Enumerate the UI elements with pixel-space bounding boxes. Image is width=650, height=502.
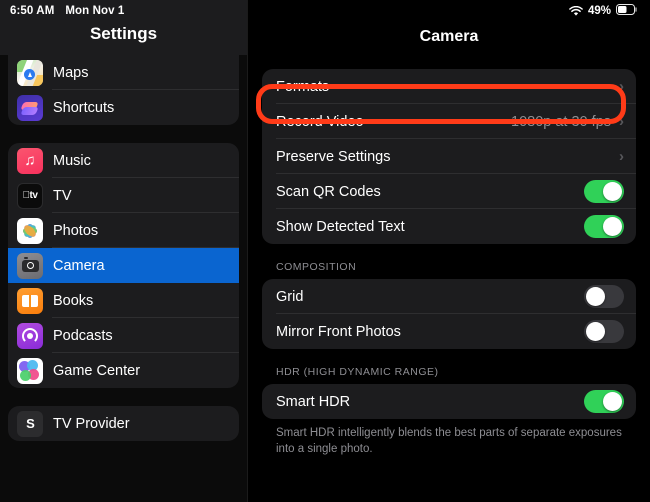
sidebar-item-music[interactable]: Music [8,143,239,178]
row-show-detected-text[interactable]: Show Detected Text [262,209,636,244]
sidebar-item-camera[interactable]: Camera [8,248,239,283]
chevron-right-icon: › [619,113,624,130]
sidebar-item-label: Maps [53,64,89,81]
smart-hdr-toggle[interactable] [584,390,624,413]
maps-app-icon [17,59,43,86]
sidebar-item-label: TV Provider [53,415,130,432]
battery-percent-label: 49% [587,5,611,17]
sidebar-item-tv[interactable]: TV [8,178,239,213]
row-scan-qr-codes[interactable]: Scan QR Codes [262,174,636,209]
sidebar-item-shortcuts[interactable]: Shortcuts [8,90,239,125]
camera-app-icon [17,252,43,279]
settings-sidebar: 6:50 AM Mon Nov 1 Settings Maps Shortcut… [0,0,248,502]
sidebar-item-game-center[interactable]: Game Center [8,353,239,388]
row-label: Preserve Settings [276,148,391,165]
chevron-right-icon: › [619,148,624,165]
row-label: Record Video [276,113,364,130]
row-grid[interactable]: Grid [262,279,636,314]
row-preserve-settings[interactable]: Preserve Settings › [262,139,636,174]
chevron-right-icon: › [619,78,624,95]
row-record-video[interactable]: Record Video 1080p at 30 fps › [262,104,636,139]
sidebar-group-3: S TV Provider [8,406,239,441]
tv-app-icon [17,182,43,209]
sidebar-item-label: Music [53,152,91,169]
settings-group-hdr: Smart HDR [262,384,636,419]
row-formats[interactable]: Formats › [262,69,636,104]
row-label: Scan QR Codes [276,183,381,200]
camera-settings-pane: 49% Camera Formats › Record Video 1080p … [248,0,650,502]
sidebar-scroll-area[interactable]: Maps Shortcuts Music [0,55,247,502]
ipad-settings-screen: 6:50 AM Mon Nov 1 Settings Maps Shortcut… [0,0,650,502]
settings-group-general: Formats › Record Video 1080p at 30 fps ›… [262,69,636,244]
sidebar-item-label: Books [53,292,94,309]
music-app-icon [17,147,43,174]
status-bar-time: 6:50 AM [10,5,55,17]
settings-group-composition: Grid Mirror Front Photos [262,279,636,349]
row-label: Show Detected Text [276,218,405,235]
row-label: Formats [276,78,330,95]
shortcuts-app-icon [17,94,43,121]
page-title: Camera [419,28,479,45]
podcasts-app-icon [17,322,43,349]
sidebar-item-label: Camera [53,257,105,274]
sidebar-item-books[interactable]: Books [8,283,239,318]
sidebar-header: 6:50 AM Mon Nov 1 Settings [0,0,247,55]
sidebar-group-2: Music TV [8,143,239,388]
scan-qr-codes-toggle[interactable] [584,180,624,203]
sidebar-item-maps[interactable]: Maps [8,55,239,90]
row-mirror-front-photos[interactable]: Mirror Front Photos [262,314,636,349]
section-header-hdr: HDR (HIGH DYNAMIC RANGE) [276,366,439,378]
row-value: 1080p at 30 fps [511,113,611,130]
sidebar-item-label: Game Center [53,362,141,379]
row-smart-hdr[interactable]: Smart HDR [262,384,636,419]
hdr-footer-text: Smart HDR intelligently blends the best … [276,427,622,455]
sidebar-item-label: Shortcuts [53,99,115,116]
status-bar-left: 6:50 AM Mon Nov 1 [0,0,247,22]
sidebar-item-photos[interactable]: Photos [8,213,239,248]
sidebar-item-label: TV [53,187,72,204]
wifi-icon [569,5,583,17]
status-bar-right: 49% [248,0,650,22]
tv-provider-icon: S [17,410,43,437]
mirror-front-photos-toggle[interactable] [584,320,624,343]
battery-icon [616,4,638,18]
row-label: Mirror Front Photos [276,323,401,340]
settings-list: Formats › Record Video 1080p at 30 fps ›… [248,69,650,457]
sidebar-item-podcasts[interactable]: Podcasts [8,318,239,353]
game-center-app-icon [17,357,43,384]
status-bar-date: Mon Nov 1 [65,5,125,17]
books-app-icon [17,287,43,314]
sidebar-group-1: Maps Shortcuts [8,55,239,125]
sidebar-item-label: Podcasts [53,327,113,344]
sidebar-title: Settings [89,24,158,43]
row-label: Grid [276,288,304,305]
row-label: Smart HDR [276,393,351,410]
grid-toggle[interactable] [584,285,624,308]
show-detected-text-toggle[interactable] [584,215,624,238]
sidebar-item-label: Photos [53,222,99,239]
photos-app-icon [17,217,43,244]
section-header-composition: COMPOSITION [276,261,357,273]
sidebar-item-tv-provider[interactable]: S TV Provider [8,406,239,441]
